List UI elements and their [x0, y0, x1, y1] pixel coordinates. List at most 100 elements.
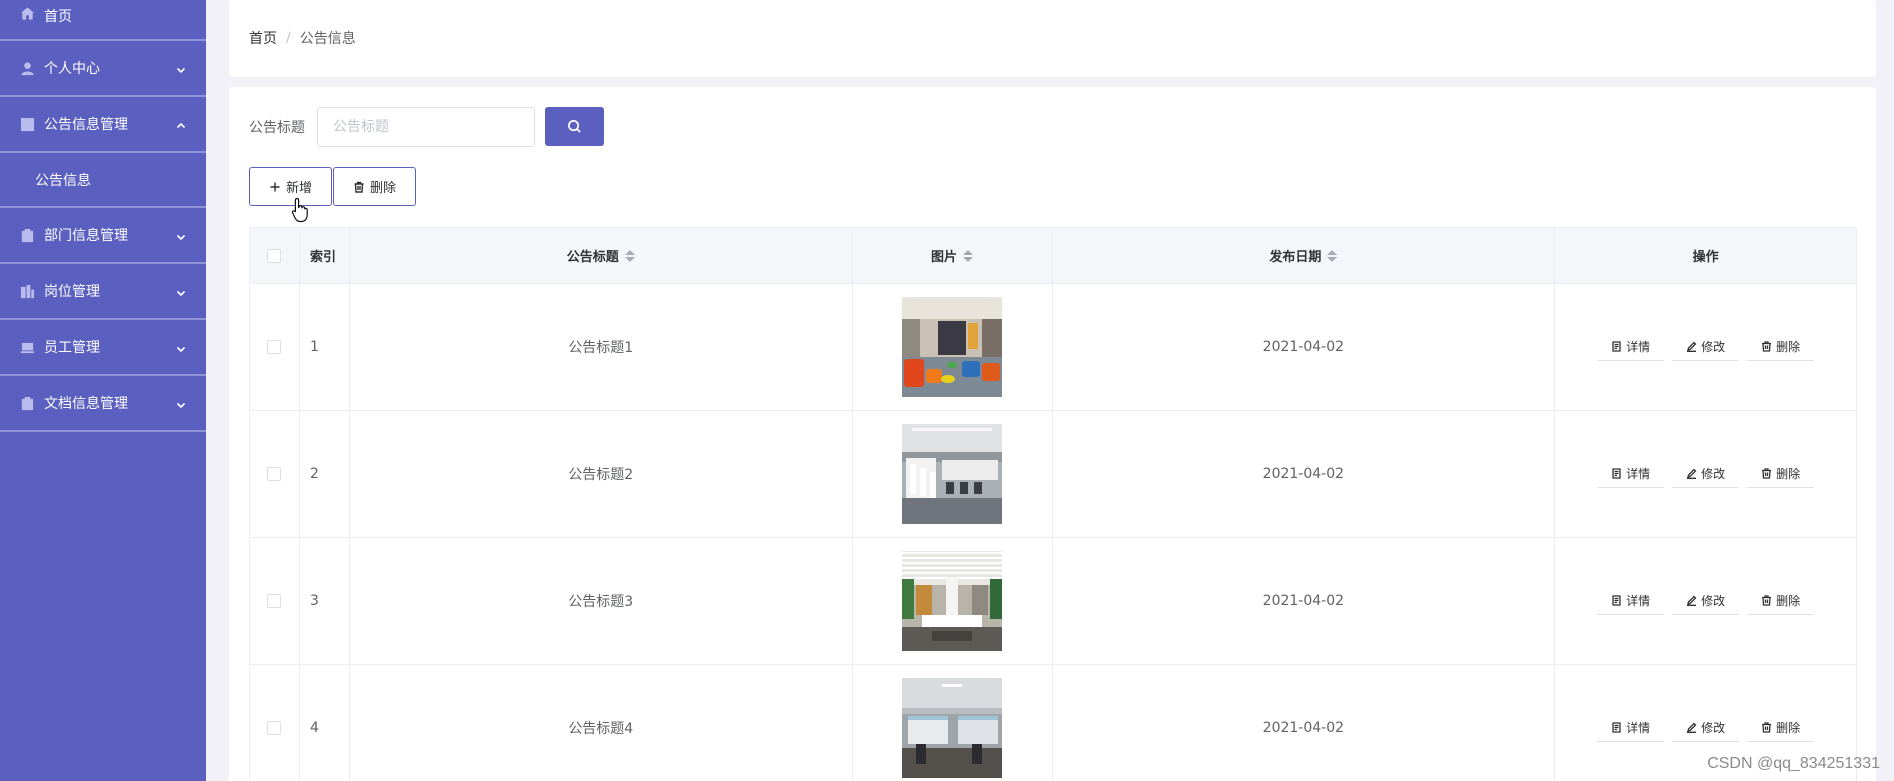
header-image[interactable]: 图片: [853, 228, 1053, 283]
trash-icon: [1761, 341, 1772, 352]
edit-button-label: 修改: [1701, 594, 1726, 608]
sidebar-item-employee-management[interactable]: 员工管理: [0, 320, 206, 376]
row-checkbox[interactable]: [267, 594, 282, 608]
edit-button-label: 修改: [1701, 721, 1726, 735]
row-index: 2: [300, 411, 350, 537]
detail-button[interactable]: 详情: [1597, 587, 1665, 615]
user-icon: [20, 61, 35, 76]
edit-button[interactable]: 修改: [1672, 714, 1740, 742]
edit-button[interactable]: 修改: [1672, 587, 1740, 615]
detail-button-label: 详情: [1626, 594, 1651, 608]
delete-button-label: 删除: [1776, 594, 1801, 608]
detail-button[interactable]: 详情: [1597, 714, 1665, 742]
header-date-label: 发布日期: [1269, 250, 1322, 265]
hand-cursor-icon: [291, 197, 311, 223]
sidebar-item-label: 个人中心: [44, 61, 100, 77]
sidebar-subitem-notice-info[interactable]: 公告信息: [0, 153, 206, 208]
search-button[interactable]: [545, 107, 604, 146]
plus-icon: [269, 181, 281, 193]
sidebar: 首页 个人中心 公告信息管理 公告信息 部门信息管理 岗位管理 员工管理 文档信…: [0, 0, 206, 781]
sidebar-item-label: 公告信息管理: [44, 117, 128, 133]
document-icon: [1611, 722, 1622, 733]
row-title: 公告标题3: [350, 538, 853, 664]
header-date[interactable]: 发布日期: [1053, 228, 1556, 283]
checklist-icon: [20, 396, 35, 411]
sort-icon[interactable]: [1327, 249, 1338, 262]
row-checkbox-cell: [250, 538, 300, 664]
sort-icon[interactable]: [624, 249, 635, 262]
select-all-checkbox[interactable]: [267, 248, 282, 263]
row-title: 公告标题4: [350, 665, 853, 781]
delete-button[interactable]: 删除: [1747, 587, 1815, 615]
trash-icon: [353, 181, 365, 193]
detail-button[interactable]: 详情: [1597, 460, 1665, 488]
add-button-label: 新增: [285, 181, 312, 196]
breadcrumb-home[interactable]: 首页: [249, 28, 277, 48]
pencil-icon: [1686, 595, 1697, 606]
header-index-label: 索引: [309, 250, 336, 265]
office-desks-photo[interactable]: [902, 424, 1003, 524]
sidebar-item-notice-management[interactable]: 公告信息管理: [0, 97, 206, 153]
row-checkbox[interactable]: [267, 721, 282, 735]
edit-button[interactable]: 修改: [1672, 333, 1740, 361]
row-checkbox[interactable]: [267, 467, 282, 481]
sidebar-item-department-management[interactable]: 部门信息管理: [0, 208, 206, 264]
trash-icon: [1761, 468, 1772, 479]
batch-delete-button[interactable]: 删除: [333, 167, 416, 206]
header-title[interactable]: 公告标题: [350, 228, 853, 283]
row-checkbox[interactable]: [267, 340, 282, 354]
row-ops: 详情 修改 删除: [1555, 411, 1857, 537]
sidebar-item-document-management[interactable]: 文档信息管理: [0, 376, 206, 432]
sort-icon[interactable]: [963, 249, 974, 262]
detail-button-label: 详情: [1626, 721, 1651, 735]
row-image-cell: [853, 284, 1053, 410]
row-image-cell: [853, 665, 1053, 781]
sidebar-item-label: 员工管理: [44, 340, 100, 356]
office-lounge-photo[interactable]: [902, 297, 1003, 397]
header-image-label: 图片: [931, 250, 958, 265]
trash-icon: [1761, 595, 1772, 606]
search-label: 公告标题: [249, 120, 305, 136]
row-index: 1: [300, 284, 350, 410]
edit-button-label: 修改: [1701, 340, 1726, 354]
sidebar-subitem-label: 公告信息: [35, 172, 91, 189]
sidebar-item-home[interactable]: 首页: [0, 0, 206, 41]
edit-button[interactable]: 修改: [1672, 460, 1740, 488]
office-reception-photo[interactable]: [902, 551, 1003, 651]
row-date: 2021-04-02: [1053, 665, 1556, 781]
row-date: 2021-04-02: [1053, 411, 1556, 537]
batch-delete-button-label: 删除: [369, 181, 396, 196]
delete-button[interactable]: 删除: [1747, 714, 1815, 742]
office-workstations-photo[interactable]: [902, 678, 1003, 778]
header-ops: 操作: [1555, 228, 1857, 283]
table-row: 1 公告标题1 2021-04-02 详情 修改 删除: [250, 284, 1857, 411]
chevron-down-icon: [176, 63, 186, 74]
edit-button-label: 修改: [1701, 467, 1726, 481]
clipboard-icon: [20, 228, 35, 243]
sidebar-item-position-management[interactable]: 岗位管理: [0, 264, 206, 320]
sidebar-item-label: 部门信息管理: [44, 228, 128, 244]
chevron-down-icon: [176, 286, 186, 297]
header-index: 索引: [300, 228, 350, 283]
sidebar-item-personal-center[interactable]: 个人中心: [0, 41, 206, 97]
header-ops-label: 操作: [1692, 250, 1719, 265]
detail-button[interactable]: 详情: [1597, 333, 1665, 361]
table-row: 3 公告标题3 2021-04-02 详情 修改 删除: [250, 538, 1857, 665]
table-row: 4 公告标题4 2021-04-02 详情 修改 删除: [250, 665, 1857, 781]
search-icon: [567, 119, 582, 134]
document-icon: [1611, 595, 1622, 606]
breadcrumb: 首页 / 公告信息: [249, 28, 356, 48]
row-ops: 详情 修改 删除: [1555, 538, 1857, 664]
table-header-row: 索引 公告标题 图片 发布日期 操作: [250, 228, 1857, 284]
delete-button-label: 删除: [1776, 340, 1801, 354]
search-input[interactable]: [317, 107, 535, 147]
delete-button[interactable]: 删除: [1747, 333, 1815, 361]
row-title: 公告标题2: [350, 411, 853, 537]
buildings-icon: [20, 284, 35, 299]
main-content-card: 公告标题 新增 删除 索引 公告标题 图片 发布日期 操作 1 公告标题1: [229, 87, 1876, 781]
header-checkbox-cell: [250, 228, 300, 283]
pencil-icon: [1686, 722, 1697, 733]
delete-button-label: 删除: [1776, 467, 1801, 481]
trash-icon: [1761, 722, 1772, 733]
delete-button[interactable]: 删除: [1747, 460, 1815, 488]
